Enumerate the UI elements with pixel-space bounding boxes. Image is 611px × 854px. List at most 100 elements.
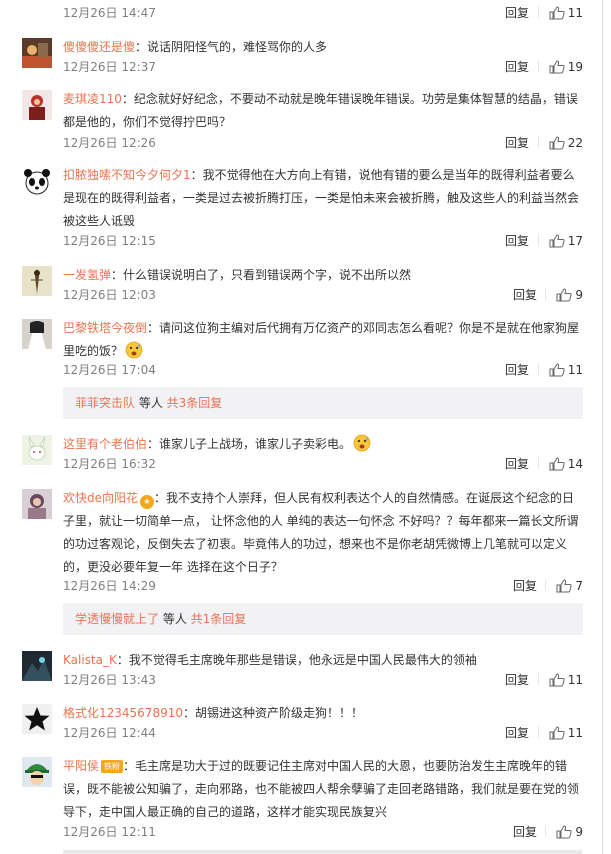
- like-count: 9: [575, 825, 583, 839]
- sub-replies-box[interactable]: 菲菲突击队 等人 共3条回复: [63, 387, 583, 419]
- divider: [545, 288, 547, 300]
- divider: [537, 726, 539, 738]
- comment-username[interactable]: 这里有个老伯伯: [63, 437, 147, 451]
- comment-username[interactable]: 一发氢弹: [63, 268, 111, 282]
- like-count: 9: [575, 288, 583, 302]
- thumbs-up-icon: [549, 6, 565, 20]
- avatar[interactable]: [22, 757, 52, 787]
- comment-text: 平阳侯 铁粉 ：毛主席是功大于过的既要记住主席对中国人民的大恩，也要防治发生主席晚年…: [63, 755, 584, 824]
- thumbs-up-icon: [556, 825, 573, 839]
- thumbs-up-icon: [549, 234, 565, 248]
- comment-meta: 12月26日 12:03 回复 9: [63, 286, 587, 304]
- like-button[interactable]: 11: [528, 724, 583, 742]
- comment-text: Kalista_K：我不觉得毛主席晚年那些是错误，他永远是中国人民最伟大的领袖: [63, 649, 584, 672]
- like-button[interactable]: 22: [528, 134, 583, 152]
- reply-button[interactable]: 回复: [513, 577, 537, 595]
- comment-username[interactable]: 麦琪凌110: [63, 92, 122, 106]
- like-button[interactable]: 9: [535, 286, 583, 304]
- avatar[interactable]: [22, 651, 52, 681]
- comment-time: 12月26日 12:03: [63, 288, 156, 302]
- reply-button[interactable]: 回复: [505, 4, 529, 22]
- divider: [537, 363, 539, 375]
- comment-feed: 12月26日 14:47 回复 11 傻傻傻还是傻：说话阴阳怪气的，难怪骂你的人…: [0, 0, 603, 854]
- divider: [537, 673, 539, 685]
- comment-text: 这里有个老伯伯：谁家儿子上战场，谁家儿子卖彩电。: [63, 433, 584, 456]
- reply-button[interactable]: 回复: [505, 671, 529, 689]
- sub-reply-username[interactable]: 菲菲突击队: [75, 396, 135, 410]
- like-button[interactable]: 7: [535, 577, 583, 595]
- comment-username[interactable]: 傻傻傻还是傻: [63, 40, 135, 54]
- avatar[interactable]: [22, 319, 52, 349]
- avatar[interactable]: [22, 704, 52, 734]
- like-button[interactable]: 11: [528, 4, 583, 22]
- comment-username[interactable]: Kalista_K: [63, 653, 117, 667]
- comment-text: 扣脓独嗦不知今夕何夕1：我不觉得他在大方向上有错，说他有错的要么是当年的既得利益…: [63, 164, 584, 233]
- comment-body: ：说话阴阳怪气的，难怪骂你的人多: [135, 40, 328, 54]
- like-count: 11: [567, 363, 583, 377]
- comment-text: 一发氢弹：什么错误说明白了，只看到错误两个字，说不出所以然: [63, 264, 584, 287]
- comment-meta: 12月26日 14:29 回复 7: [63, 577, 587, 595]
- reply-button[interactable]: 回复: [505, 58, 529, 76]
- comment-time: 12月26日 16:32: [63, 457, 156, 471]
- comment-meta: 12月26日 12:44 回复 11: [63, 724, 587, 742]
- reply-button[interactable]: 回复: [513, 286, 537, 304]
- thumbs-up-icon: [556, 288, 573, 302]
- avatar[interactable]: [22, 166, 52, 196]
- comment-time: 12月26日 14:29: [63, 579, 156, 593]
- comment-username[interactable]: 欢快de向阳花: [63, 491, 138, 505]
- like-count: 11: [567, 673, 583, 687]
- comment-body: ：纪念就好好纪念，不要动不动就是晚年错误晚年错误。功劳是集体智慧的结晶，错误都是…: [63, 92, 578, 129]
- sweat-face-emoji-icon: [125, 341, 143, 359]
- like-button[interactable]: 11: [528, 361, 583, 379]
- view-replies-link[interactable]: 共1条回复: [191, 612, 247, 626]
- divider: [537, 234, 539, 246]
- comment-time: 12月26日 12:15: [63, 234, 156, 248]
- like-count: 11: [567, 6, 583, 20]
- comment-body: ：我不觉得毛主席晚年那些是错误，他永远是中国人民最伟大的领袖: [116, 653, 477, 667]
- sub-reply-username[interactable]: 学透慢慢就上了: [75, 612, 159, 626]
- like-count: 14: [567, 457, 583, 471]
- comment-meta: 12月26日 14:47 回复 11: [63, 4, 587, 22]
- like-button[interactable]: 14: [528, 455, 583, 473]
- thumbs-up-icon: [549, 60, 565, 74]
- comment-time: 12月26日 12:37: [63, 60, 156, 74]
- reply-button[interactable]: 回复: [505, 361, 529, 379]
- comment-body: ：胡锡进这种资产阶级走狗！！！: [182, 706, 363, 720]
- avatar[interactable]: [22, 489, 52, 519]
- avatar[interactable]: [22, 266, 52, 296]
- comment-username[interactable]: 巴黎铁塔今夜倒: [63, 321, 147, 335]
- divider: [545, 825, 547, 837]
- avatar[interactable]: [22, 38, 52, 68]
- reply-button[interactable]: 回复: [505, 455, 529, 473]
- view-replies-link[interactable]: 共3条回复: [167, 396, 223, 410]
- comment-meta: 12月26日 12:15 回复 17: [63, 232, 587, 250]
- avatar[interactable]: [22, 435, 52, 465]
- like-button[interactable]: 11: [528, 671, 583, 689]
- like-button[interactable]: 17: [528, 232, 583, 250]
- like-count: 17: [567, 234, 583, 248]
- like-count: 19: [567, 60, 583, 74]
- reply-button[interactable]: 回复: [513, 823, 537, 841]
- thumbs-up-icon: [549, 726, 565, 740]
- comment-body: ：谁家儿子上战场，谁家儿子卖彩电。: [147, 437, 352, 451]
- comment-time: 12月26日 13:43: [63, 673, 156, 687]
- reply-button[interactable]: 回复: [505, 724, 529, 742]
- like-button[interactable]: 9: [535, 823, 583, 841]
- divider: [537, 6, 539, 18]
- divider: [537, 457, 539, 469]
- comment-username[interactable]: 扣脓独嗦不知今夕何夕1: [63, 168, 191, 182]
- avatar[interactable]: [22, 90, 52, 120]
- fan-badge: 铁粉: [101, 760, 124, 773]
- reply-button[interactable]: 回复: [505, 232, 529, 250]
- reply-button[interactable]: 回复: [505, 134, 529, 152]
- sub-replies-box[interactable]: 学透慢慢就上了 等人 共1条回复: [63, 603, 583, 635]
- like-button[interactable]: 19: [528, 58, 583, 76]
- divider: [537, 136, 539, 148]
- comment-meta: 12月26日 13:43 回复 11: [63, 671, 587, 689]
- comment-time: 12月26日 12:11: [63, 825, 156, 839]
- comment-body: ：什么错误说明白了，只看到错误两个字，说不出所以然: [111, 268, 412, 282]
- comment-username[interactable]: 格式化12345678910: [63, 706, 183, 720]
- sub-reply-text: 等人: [135, 396, 167, 410]
- comment-time: 12月26日 12:26: [63, 136, 156, 150]
- comment-username[interactable]: 平阳侯: [63, 759, 99, 773]
